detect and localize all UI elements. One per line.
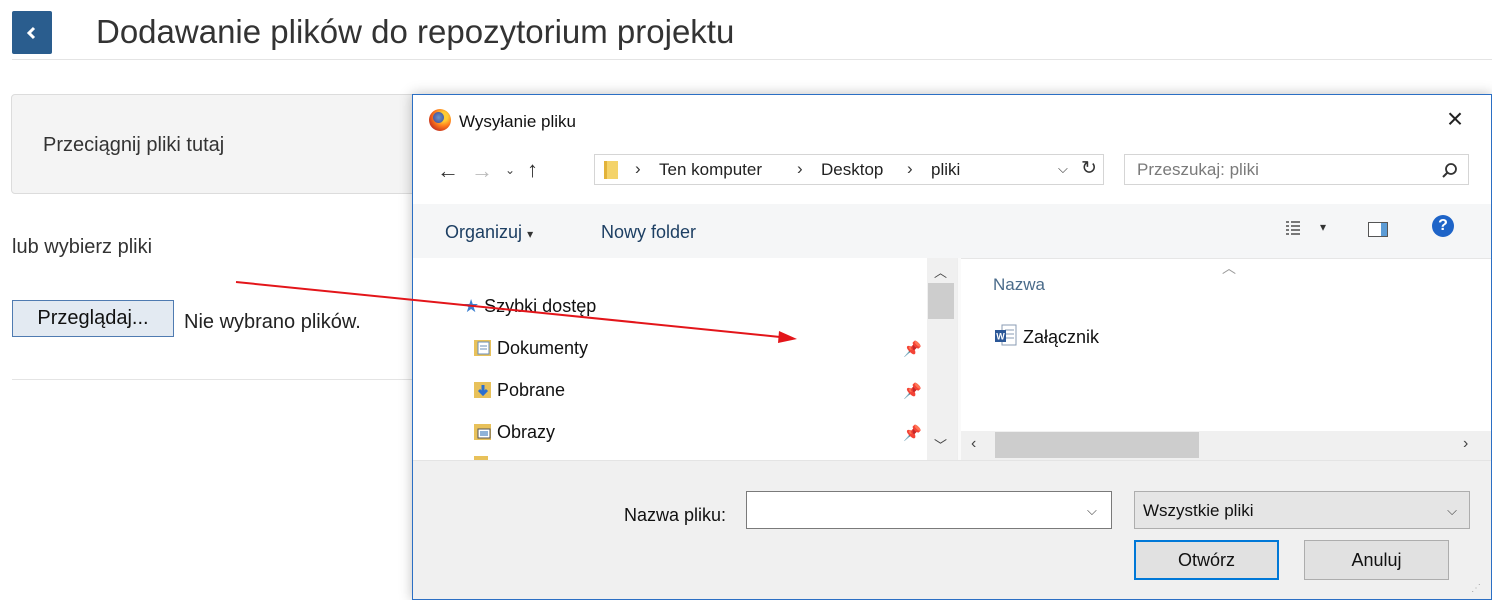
resize-grip-icon[interactable]: ⋰ [1471,583,1481,594]
title-divider [12,59,1492,60]
tree-item-label: Szybki dostęp [484,296,597,316]
drop-zone-text: Przeciągnij pliki tutaj [43,134,225,156]
tree-item-documents[interactable]: Dokumenty [474,338,588,359]
or-choose-files-label: lub wybierz pliki [12,236,153,258]
pin-icon[interactable]: 📌 [903,424,922,442]
scroll-down-icon[interactable]: ﹀ [934,435,947,454]
downloads-folder-icon [474,382,491,398]
chevron-down-icon: ⌵ [1447,503,1457,518]
chevron-left-icon [26,26,36,39]
filename-label: Nazwa pliku: [624,505,727,525]
file-list-scroll-thumb[interactable] [995,432,1199,458]
scroll-right-icon[interactable]: › [1463,435,1468,453]
recent-locations-chevron-icon[interactable]: ⌄ [505,163,515,177]
refresh-icon[interactable]: ↻ [1076,157,1102,182]
navigation-scroll-thumb[interactable] [928,283,954,319]
breadcrumb-desktop[interactable]: Desktop [821,160,883,180]
new-folder-button[interactable]: Nowy folder [601,222,696,243]
file-name: Załącznik [1023,327,1100,347]
view-dropdown-icon[interactable]: ▾ [1320,220,1326,234]
filetype-select[interactable]: Wszystkie pliki ⌵ [1134,491,1470,529]
filetype-value: Wszystkie pliki [1143,501,1254,520]
sort-ascending-icon: ︿ [1222,260,1236,276]
filename-combobox[interactable] [746,491,1112,529]
tree-item-downloads[interactable]: Pobrane [474,380,565,401]
file-item[interactable]: W Załącznik [995,324,1099,348]
tree-item-label: Pobrane [497,380,566,400]
star-icon: ★ [463,296,480,316]
filename-dropdown-icon[interactable]: ⌵ [1087,503,1097,519]
back-arrow-icon[interactable]: ← [437,159,459,183]
search-icon[interactable] [1439,161,1461,181]
word-document-icon: W [995,324,1017,346]
open-button[interactable]: Otwórz [1134,540,1279,580]
svg-text:W: W [996,332,1005,342]
breadcrumb-folder[interactable]: pliki [931,160,960,180]
filename-input[interactable] [747,492,1093,528]
close-icon[interactable]: × [1433,101,1477,137]
preview-pane-icon[interactable] [1368,222,1388,237]
back-button[interactable] [12,11,52,54]
file-upload-dialog: Wysyłanie pliku × ← → ⌄ ↑ › Ten komputer… [412,94,1492,600]
documents-folder-icon [474,340,491,356]
command-bar: Organizuj ▾ Nowy folder [413,204,1491,259]
scroll-left-icon[interactable]: ‹ [971,435,976,453]
breadcrumb-separator-icon: › [635,159,641,178]
page-title: Dodawanie plików do repozytorium projekt… [96,13,735,50]
pin-icon[interactable]: 📌 [903,340,922,358]
tree-item-label: Obrazy [497,422,556,442]
navigation-pane: ★ Szybki dostęp Dokumenty 📌 Pobrane 📌 Ob… [413,258,927,460]
pin-icon[interactable]: 📌 [903,382,922,400]
tree-item-quick-access[interactable]: ★ Szybki dostęp [463,296,596,317]
organize-label: Organizuj [445,222,523,242]
help-icon[interactable]: ? [1432,215,1454,237]
browse-button[interactable]: Przeglądaj... [12,300,174,337]
folder-icon [604,161,618,179]
forward-arrow-icon[interactable]: → [471,159,493,183]
address-dropdown-icon[interactable]: ⌵ [1058,161,1068,177]
tree-item-pictures[interactable]: Obrazy [474,422,555,443]
address-bar[interactable]: › Ten komputer › Desktop › pliki ⌵ ↻ [594,154,1104,185]
breadcrumb-this-pc[interactable]: Ten komputer [659,160,762,180]
caret-down-icon: ▾ [527,227,534,241]
up-arrow-icon[interactable]: ↑ [527,158,538,182]
no-files-selected-text: Nie wybrano plików. [184,311,361,333]
cancel-button[interactable]: Anuluj [1304,540,1449,580]
organize-menu[interactable]: Organizuj ▾ [445,222,533,243]
search-input[interactable] [1125,155,1447,184]
dialog-title: Wysyłanie pliku [459,112,576,131]
pane-divider[interactable] [957,258,961,460]
search-box[interactable] [1124,154,1469,185]
column-header-name[interactable]: Nazwa [993,275,1045,295]
scroll-up-icon[interactable]: ︿ [934,262,947,281]
pictures-folder-icon [474,424,491,440]
firefox-icon [429,109,451,131]
view-options-icon[interactable] [1286,220,1300,236]
breadcrumb-separator-icon: › [907,159,913,178]
breadcrumb-separator-icon: › [797,159,803,178]
tree-item-label: Dokumenty [497,338,589,358]
